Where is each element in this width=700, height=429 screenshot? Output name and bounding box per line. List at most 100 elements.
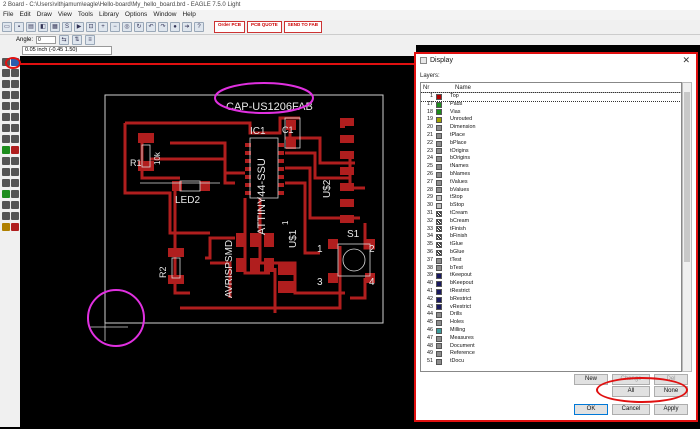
attribute-icon[interactable] — [11, 201, 19, 209]
layer-row[interactable]: 49 Reference — [421, 350, 681, 358]
layer-row[interactable]: 43 vRestrict — [421, 304, 681, 312]
zoom-fit-icon[interactable]: ⊡ — [86, 22, 96, 32]
menu-library[interactable]: Library — [99, 10, 119, 20]
add-icon[interactable] — [2, 113, 10, 121]
go-icon[interactable]: ➔ — [182, 22, 192, 32]
mirror-icon[interactable]: ⇆ — [59, 35, 70, 45]
menu-options[interactable]: Options — [125, 10, 147, 20]
paste-icon[interactable] — [2, 102, 10, 110]
print-icon[interactable]: ▤ — [26, 22, 36, 32]
layers-list[interactable]: Nr Name 1 Top 17 Pads 18 Vias 19 Unrouted 20 Dime… — [420, 82, 682, 372]
apply-button[interactable]: Apply — [654, 404, 688, 415]
board-canvas[interactable]: CAP-US1206FAB C1 IC1 R1 10k LED2 R2 ATTI… — [20, 63, 416, 427]
menu-file[interactable]: File — [3, 10, 13, 20]
delete-icon[interactable] — [11, 102, 19, 110]
order-pcb-button[interactable]: Order PCB — [214, 21, 246, 33]
layer-row[interactable]: 19 Unrouted — [421, 116, 681, 124]
layer-row[interactable]: 25 tNames — [421, 163, 681, 171]
ratsnest-icon[interactable] — [2, 212, 10, 220]
scrollbar-thumb[interactable] — [684, 92, 690, 262]
rect-icon[interactable] — [2, 179, 10, 187]
cam-icon[interactable]: ◧ — [38, 22, 48, 32]
layer-row[interactable]: 32 bCream — [421, 218, 681, 226]
layer-row[interactable]: 40 bKeepout — [421, 280, 681, 288]
via-icon[interactable] — [2, 190, 10, 198]
zoom-select-icon[interactable]: ◎ — [122, 22, 132, 32]
ripup-icon[interactable] — [11, 146, 19, 154]
run-icon[interactable]: ▶ — [74, 22, 84, 32]
copy-icon[interactable] — [11, 69, 19, 77]
layer-row[interactable]: 22 bPlace — [421, 140, 681, 148]
menu-help[interactable]: Help — [182, 10, 195, 20]
layer-row[interactable]: 51 tDocu — [421, 358, 681, 366]
script-icon[interactable]: S — [62, 22, 72, 32]
split-icon[interactable] — [2, 135, 10, 143]
menu-edit[interactable]: Edit — [19, 10, 30, 20]
group-icon[interactable] — [2, 91, 10, 99]
layer-row[interactable]: 30 bStop — [421, 202, 681, 210]
text-icon[interactable] — [11, 157, 19, 165]
undo-icon[interactable]: ↶ — [146, 22, 156, 32]
close-icon[interactable]: ✕ — [682, 55, 690, 66]
layer-row[interactable]: 39 tKeepout — [421, 272, 681, 280]
layer-row[interactable]: 21 tPlace — [421, 132, 681, 140]
hole-icon[interactable] — [2, 201, 10, 209]
layer-row[interactable]: 45 Holes — [421, 319, 681, 327]
zoom-out-icon[interactable]: − — [110, 22, 120, 32]
layer-row[interactable]: 1 Top — [421, 92, 681, 102]
rotate-icon[interactable] — [11, 80, 19, 88]
layer-row[interactable]: 38 bTest — [421, 265, 681, 273]
layer-row[interactable]: 33 tFinish — [421, 226, 681, 234]
layer-row[interactable]: 34 bFinish — [421, 233, 681, 241]
layers-scrollbar[interactable] — [682, 82, 692, 372]
menu-draw[interactable]: Draw — [37, 10, 52, 20]
ok-button[interactable]: OK — [574, 404, 608, 415]
layer-row[interactable]: 48 Document — [421, 343, 681, 351]
polygon-icon[interactable] — [11, 179, 19, 187]
layer-row[interactable]: 26 bNames — [421, 171, 681, 179]
circle-icon[interactable] — [2, 168, 10, 176]
layer-row[interactable]: 27 tValues — [421, 179, 681, 187]
route-icon[interactable] — [2, 146, 10, 154]
layer-row[interactable]: 41 tRestrict — [421, 288, 681, 296]
send-to-fab-button[interactable]: SEND TO FAB — [283, 21, 322, 33]
layer-row[interactable]: 20 Dimension — [421, 124, 681, 132]
column-name[interactable]: Name — [441, 83, 471, 92]
menu-view[interactable]: View — [58, 10, 72, 20]
redraw-icon[interactable]: ↻ — [134, 22, 144, 32]
layer-row[interactable]: 47 Measures — [421, 335, 681, 343]
layer-row[interactable]: 31 tCream — [421, 210, 681, 218]
pcb-quote-button[interactable]: PCB QUOTE — [247, 21, 282, 33]
arc-icon[interactable] — [11, 168, 19, 176]
layer-row[interactable]: 35 tGlue — [421, 241, 681, 249]
stop-icon[interactable]: ● — [170, 22, 180, 32]
layer-row[interactable]: 18 Vias — [421, 109, 681, 117]
flip-icon[interactable]: ⇅ — [72, 35, 83, 45]
auto-icon[interactable] — [11, 212, 19, 220]
save-icon[interactable]: ▪ — [14, 22, 24, 32]
menu-window[interactable]: Window — [153, 10, 176, 20]
help-icon[interactable]: ? — [194, 22, 204, 32]
signal-icon[interactable] — [11, 190, 19, 198]
move-icon[interactable] — [2, 69, 10, 77]
change-icon[interactable] — [11, 91, 19, 99]
cancel-button[interactable]: Cancel — [612, 404, 650, 415]
menu-tools[interactable]: Tools — [78, 10, 93, 20]
layer-row[interactable]: 17 Pads — [421, 101, 681, 109]
schematic-icon[interactable]: ▦ — [50, 22, 60, 32]
layer-row[interactable]: 46 Milling — [421, 327, 681, 335]
ratio-icon[interactable]: ≡ — [85, 35, 96, 45]
zoom-in-icon[interactable]: + — [98, 22, 108, 32]
lock-icon[interactable] — [11, 124, 19, 132]
pinswap-icon[interactable] — [11, 113, 19, 121]
layer-row[interactable]: 36 bGlue — [421, 249, 681, 257]
layer-row[interactable]: 23 tOrigins — [421, 148, 681, 156]
erc-icon[interactable] — [2, 223, 10, 231]
mirror-icon[interactable] — [2, 80, 10, 88]
layer-row[interactable]: 29 tStop — [421, 194, 681, 202]
layer-row[interactable]: 44 Drills — [421, 311, 681, 319]
layer-row[interactable]: 24 bOrigins — [421, 155, 681, 163]
angle-select[interactable]: 0 — [36, 36, 57, 44]
column-nr[interactable]: Nr — [421, 83, 441, 92]
replace-icon[interactable] — [2, 124, 10, 132]
